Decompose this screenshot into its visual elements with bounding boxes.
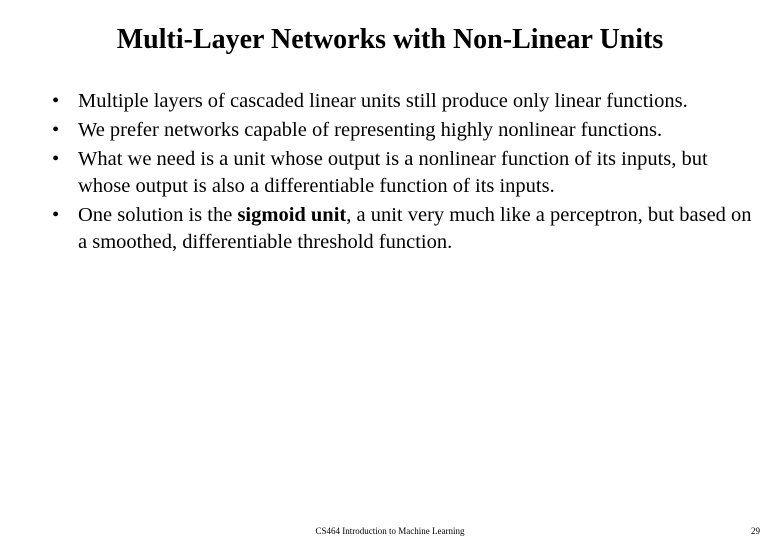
slide-title: Multi-Layer Networks with Non-Linear Uni… bbox=[20, 24, 760, 56]
footer-page: 29 bbox=[751, 526, 760, 536]
bullet-dot: • bbox=[50, 202, 78, 256]
slide: Multi-Layer Networks with Non-Linear Uni… bbox=[0, 0, 780, 540]
bullet-dot: • bbox=[50, 117, 78, 144]
bullet-text: What we need is a unit whose output is a… bbox=[78, 146, 758, 200]
bullet-bold: sigmoid unit bbox=[237, 204, 346, 226]
bullet-dot: • bbox=[50, 146, 78, 200]
list-item: • Multiple layers of cascaded linear uni… bbox=[50, 88, 758, 115]
bullet-list: • Multiple layers of cascaded linear uni… bbox=[20, 88, 760, 256]
bullet-text: One solution is the sigmoid unit, a unit… bbox=[78, 202, 758, 256]
list-item: • One solution is the sigmoid unit, a un… bbox=[50, 202, 758, 256]
bullet-pre: One solution is the bbox=[78, 204, 237, 226]
footer-course: CS464 Introduction to Machine Learning bbox=[316, 526, 465, 536]
bullet-text: We prefer networks capable of representi… bbox=[78, 117, 758, 144]
list-item: • We prefer networks capable of represen… bbox=[50, 117, 758, 144]
bullet-text: Multiple layers of cascaded linear units… bbox=[78, 88, 758, 115]
bullet-dot: • bbox=[50, 88, 78, 115]
list-item: • What we need is a unit whose output is… bbox=[50, 146, 758, 200]
